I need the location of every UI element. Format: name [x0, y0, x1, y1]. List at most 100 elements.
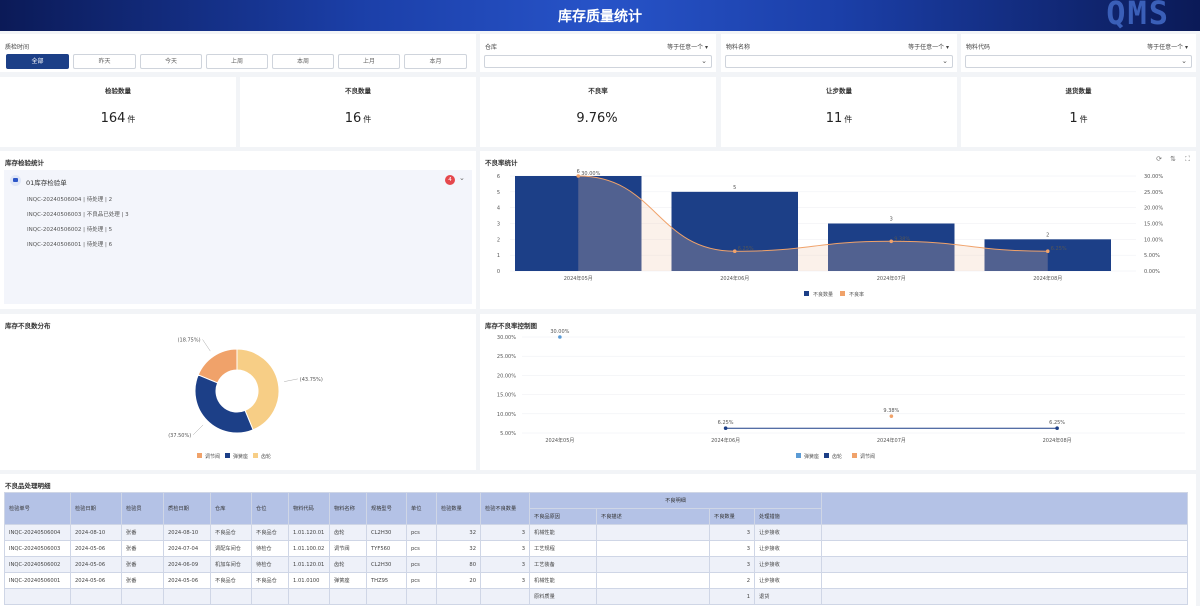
- time-btn-this-week[interactable]: 本周: [272, 54, 334, 69]
- table-cell: 32: [436, 540, 481, 557]
- y-tick-label: 15.00%: [497, 393, 516, 399]
- y-tick-label: 5.00%: [500, 431, 516, 437]
- y2-tick-label: 20.00%: [1144, 206, 1163, 212]
- legend-label: 调节阀: [860, 453, 875, 460]
- time-btn-yesterday[interactable]: 昨天: [73, 54, 136, 69]
- material-code-operator[interactable]: 等于任意一个 ▾: [1147, 42, 1188, 51]
- y-tick-label: 2: [497, 237, 500, 243]
- table-header[interactable]: 规格型号: [366, 492, 407, 525]
- kpi-defective: 不良数量 16 件: [240, 77, 476, 147]
- table-header[interactable]: 单位: [406, 492, 437, 525]
- leader-line: [284, 378, 298, 382]
- x-tick-label: 2024年06月: [711, 437, 740, 444]
- data-label: 30.00%: [550, 329, 569, 335]
- table-subheader[interactable]: 不良品原因: [529, 508, 597, 525]
- table-row[interactable]: INQC-20240506001 2024-05-06 张番 2024-05-06 不良…: [4, 572, 1188, 589]
- table-header[interactable]: 检验日期: [70, 492, 122, 525]
- legend-swatch: [852, 453, 857, 458]
- table-header[interactable]: 质检日期: [163, 492, 211, 525]
- legend-swatch: [804, 291, 809, 296]
- legend-swatch: [824, 453, 829, 458]
- x-tick-label: 2024年07月: [877, 437, 906, 444]
- table-header[interactable]: 检验单号: [4, 492, 71, 525]
- y2-tick-label: 15.00%: [1144, 222, 1163, 228]
- inspection-row[interactable]: INQC-20240506001 | 待处理 | 6: [27, 238, 129, 253]
- legend-label: 齿轮: [261, 453, 271, 460]
- table-cell: 不良品仓: [251, 572, 289, 589]
- table-cell: TYF560: [366, 540, 407, 557]
- inspection-group-label[interactable]: 01库存检验单: [26, 177, 67, 187]
- table-cell: 调节阀: [329, 540, 367, 557]
- table-row[interactable]: 原料质量 1 退货: [4, 588, 1188, 605]
- table-header[interactable]: 检验员: [121, 492, 164, 525]
- table-row[interactable]: INQC-20240506003 2024-05-06 张番 2024-07-04 调配…: [4, 540, 1188, 557]
- control-chart: 30.00% 25.00% 20.00% 15.00% 10.00% 5.00% 2024年…: [497, 329, 1185, 460]
- table-cell: [70, 588, 122, 605]
- table-cell: 让步接收: [754, 524, 822, 541]
- table-cell: [436, 588, 481, 605]
- time-btn-last-month[interactable]: 上月: [338, 54, 400, 69]
- data-label: 9.38%: [883, 408, 899, 414]
- line-point: [889, 239, 894, 244]
- table-row[interactable]: INQC-20240506004 2024-08-10 张番 2024-08-10 不良…: [4, 524, 1188, 541]
- table-header[interactable]: 检验数量: [436, 492, 481, 525]
- warehouse-select[interactable]: ⌄: [484, 55, 712, 68]
- kpi-title: 检验数量: [105, 87, 131, 95]
- table-cell: 20: [436, 572, 481, 589]
- chevron-down-icon[interactable]: ⌄: [459, 174, 465, 182]
- table-subheader[interactable]: 不良描述: [596, 508, 710, 525]
- table-header[interactable]: 物料名称: [329, 492, 367, 525]
- chevron-down-icon: ⌄: [1181, 57, 1187, 65]
- table-subheader[interactable]: 不良数量: [709, 508, 755, 525]
- legend-label: 调节阀: [205, 453, 220, 460]
- table-cell: pcs: [406, 572, 437, 589]
- table-subheader[interactable]: 处理措施: [754, 508, 822, 525]
- line-point: [1045, 249, 1050, 254]
- chevron-down-icon: ⌄: [701, 57, 707, 65]
- table-cell: 待检仓: [251, 540, 289, 557]
- table-header[interactable]: 仓库: [210, 492, 252, 525]
- kpi-inspected: 检验数量 164 件: [0, 77, 236, 147]
- material-name-operator[interactable]: 等于任意一个 ▾: [908, 42, 949, 51]
- inspection-row[interactable]: INQC-20240506003 | 不良品已处理 | 3: [27, 208, 129, 223]
- time-btn-today[interactable]: 今天: [140, 54, 202, 69]
- data-point: [558, 335, 562, 339]
- table-cell: 2024-07-04: [163, 540, 211, 557]
- table-header[interactable]: 仓位: [251, 492, 289, 525]
- material-name-select[interactable]: ⌄: [725, 55, 953, 68]
- donut-slice: [194, 374, 254, 434]
- table-cell: 2024-06-09: [163, 556, 211, 573]
- table-cell: THZ95: [366, 572, 407, 589]
- warehouse-operator[interactable]: 等于任意一个 ▾: [667, 42, 708, 51]
- legend-label: 不良数量: [813, 291, 833, 298]
- table-header-filler: [821, 492, 1188, 525]
- material-code-select[interactable]: ⌄: [965, 55, 1192, 68]
- table-cell: 2024-05-06: [163, 572, 211, 589]
- y-tick-label: 10.00%: [497, 412, 516, 418]
- legend-swatch: [225, 453, 230, 458]
- slice-label: (18.75%): [178, 337, 201, 343]
- inspection-row[interactable]: INQC-20240506002 | 待处理 | 5: [27, 223, 129, 238]
- defect-detail-table: 检验单号 检验日期 检验员 质检日期 仓库 仓位 物料代码 物料名称 规格型号 …: [4, 492, 1188, 605]
- table-cell: [596, 572, 710, 589]
- inspection-row[interactable]: INQC-20240506004 | 待处理 | 2: [27, 193, 129, 208]
- table-cell: 3: [480, 524, 530, 541]
- table-header[interactable]: 物料代码: [288, 492, 330, 525]
- table-cell: 张番: [121, 556, 164, 573]
- inspection-rows: INQC-20240506004 | 待处理 | 2 INQC-20240506…: [27, 193, 129, 253]
- table-row[interactable]: INQC-20240506002 2024-05-06 张番 2024-06-09 机加…: [4, 556, 1188, 573]
- table-header[interactable]: 检验不良数量: [480, 492, 530, 525]
- time-btn-all[interactable]: 全部: [6, 54, 69, 69]
- time-btn-this-month[interactable]: 本月: [404, 54, 467, 69]
- data-point: [1055, 426, 1059, 430]
- table-cell: 3: [480, 572, 530, 589]
- table-cell: 退货: [754, 588, 822, 605]
- legend-label: 弹簧座: [233, 453, 248, 460]
- table-cell: 张番: [121, 540, 164, 557]
- table-cell: 让步接收: [754, 572, 822, 589]
- time-btn-last-week[interactable]: 上周: [206, 54, 268, 69]
- table-cell: [596, 540, 710, 557]
- page-title: 库存质量统计: [558, 9, 642, 25]
- inspection-list: 01库存检验单 4 ⌄ INQC-20240506004 | 待处理 | 2 I…: [4, 170, 472, 304]
- table-cell: [329, 588, 367, 605]
